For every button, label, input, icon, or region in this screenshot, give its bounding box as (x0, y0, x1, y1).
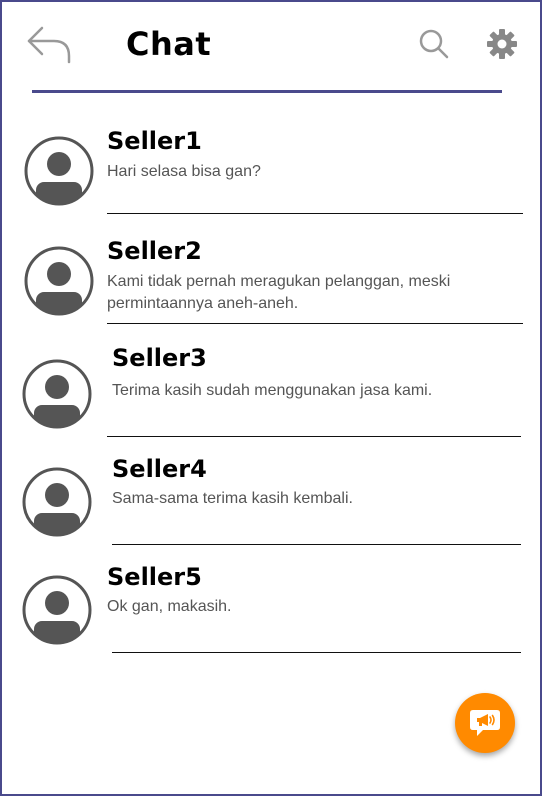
chat-preview-message: Terima kasih sudah menggunakan jasa kami… (112, 382, 433, 399)
new-chat-button[interactable] (455, 693, 515, 753)
search-icon (419, 29, 449, 59)
avatar-icon (22, 467, 92, 537)
chat-sender-name: Seller4 (112, 455, 207, 483)
row-divider (112, 544, 521, 545)
new-chat-megaphone-icon (470, 710, 500, 736)
back-arrow-icon (27, 26, 71, 64)
chat-item-seller3[interactable]: Seller3 Terima kasih sudah menggunakan j… (0, 340, 542, 437)
row-divider (107, 213, 523, 214)
chat-preview-message: Hari selasa bisa gan? (107, 163, 261, 180)
avatar-icon (24, 136, 94, 206)
row-divider (107, 323, 523, 324)
chat-sender-name: Seller5 (107, 563, 202, 591)
chat-item-seller1[interactable]: Seller1 Hari selasa bisa gan? (0, 120, 542, 215)
row-divider (112, 652, 521, 653)
avatar-icon (22, 359, 92, 429)
back-button[interactable] (24, 22, 74, 66)
chat-sender-name: Seller1 (107, 127, 202, 155)
chat-item-seller4[interactable]: Seller4 Sama-sama terima kasih kembali. (0, 452, 542, 546)
chat-sender-name: Seller2 (107, 237, 202, 265)
avatar-icon (22, 575, 92, 645)
chat-item-seller5[interactable]: Seller5 Ok gan, makasih. (0, 560, 542, 654)
chat-item-seller2[interactable]: Seller2 Kami tidak pernah meragukan pela… (0, 230, 542, 325)
header-divider (32, 90, 502, 93)
avatar-icon (24, 246, 94, 316)
row-divider (107, 436, 521, 437)
chat-sender-name: Seller3 (112, 344, 207, 372)
chat-preview-message: Sama-sama terima kasih kembali. (112, 490, 353, 507)
gear-icon (487, 29, 517, 59)
chat-preview-message: Kami tidak pernah meragukan pelanggan, m… (107, 273, 451, 312)
page-title: Chat (126, 25, 212, 63)
search-button[interactable] (418, 28, 450, 60)
settings-button[interactable] (486, 28, 518, 60)
chat-preview-message: Ok gan, makasih. (107, 598, 232, 615)
